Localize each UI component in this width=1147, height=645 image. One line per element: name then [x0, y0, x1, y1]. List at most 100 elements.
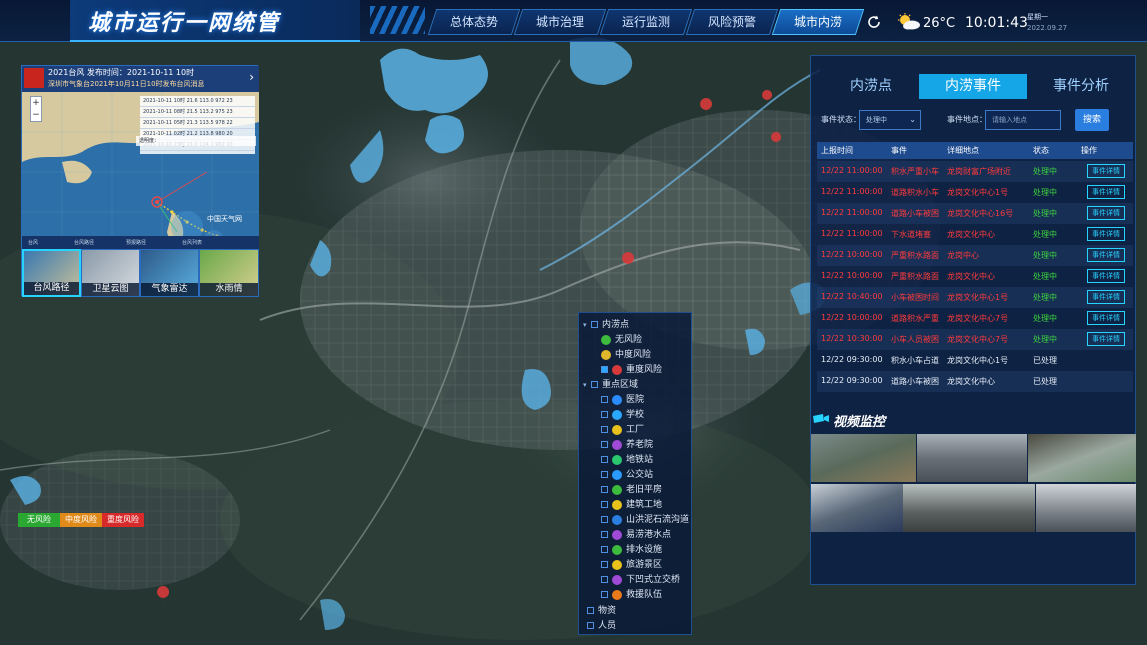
event-detail-button[interactable]: 事件详情 — [1087, 248, 1125, 262]
table-row[interactable]: 12/22 09:30:00 积水小车占道 龙岗文化中心1号 已处理 — [817, 350, 1133, 371]
layer-item[interactable]: 人员 — [587, 619, 616, 634]
table-row[interactable]: 12/22 11:00:00 下水道堵塞 龙岗文化中心 处理中 事件详情 — [817, 224, 1133, 245]
event-detail-button[interactable]: 事件详情 — [1087, 227, 1125, 241]
layer-item[interactable]: 易涝港水点 — [601, 528, 671, 543]
event-detail-button[interactable]: 事件详情 — [1087, 332, 1125, 346]
layer-checkbox[interactable] — [587, 607, 594, 614]
table-row[interactable]: 12/22 10:00:00 严重积水路面 龙岗中心 处理中 事件详情 — [817, 245, 1133, 266]
layer-item[interactable]: 养老院 — [601, 438, 653, 453]
cell-time: 12/22 10:00:00 — [821, 250, 883, 259]
layer-checkbox[interactable] — [601, 531, 608, 538]
layer-checkbox[interactable] — [601, 396, 608, 403]
layer-checkbox[interactable] — [601, 456, 608, 463]
layer-item[interactable]: 建筑工地 — [601, 498, 662, 513]
layer-checkbox[interactable] — [601, 366, 608, 373]
video-feed[interactable] — [903, 484, 1035, 532]
thumb-typhoon-track[interactable]: 台风路径 — [22, 249, 81, 297]
layer-checkbox[interactable] — [601, 426, 608, 433]
tab-event-analysis[interactable]: 事件分析 — [1027, 74, 1135, 99]
video-feed[interactable] — [811, 434, 916, 482]
layer-item[interactable]: 下凹式立交桥 — [601, 573, 680, 588]
layer-checkbox[interactable] — [601, 576, 608, 583]
table-row[interactable]: 12/22 09:40:00严重积水路面龙岗文化中心1号已处理 — [817, 392, 1133, 397]
status-filter-label: 事件状态： — [821, 115, 861, 124]
tab-urban-governance[interactable]: 城市治理 — [513, 9, 607, 35]
thumb-satellite-cloud[interactable]: 卫星云图 — [81, 249, 140, 297]
video-feed[interactable] — [811, 484, 903, 532]
layer-item[interactable]: 工厂 — [601, 423, 644, 438]
layer-checkbox[interactable] — [601, 501, 608, 508]
toolbar-item-list[interactable]: 台风列表 — [182, 238, 202, 248]
refresh-icon[interactable] — [866, 14, 882, 30]
toolbar-item-typhoon[interactable]: 台风 — [28, 238, 38, 248]
event-detail-button[interactable]: 事件详情 — [1087, 164, 1125, 178]
table-row[interactable]: 12/22 10:30:00 小车人员被困 龙岗文化中心7号 处理中 事件详情 — [817, 329, 1133, 350]
layer-item[interactable]: 山洪泥石流沟道 — [601, 513, 689, 528]
layer-checkbox[interactable] — [587, 622, 594, 629]
expand-arrow-icon[interactable]: ▾ — [583, 318, 591, 333]
layer-checkbox[interactable] — [601, 561, 608, 568]
tab-flood-points[interactable]: 内涝点 — [817, 74, 925, 99]
layer-item[interactable]: 重度风险 — [601, 363, 662, 378]
zoom-control[interactable]: + − — [30, 96, 42, 122]
toolbar-item-track[interactable]: 台风路径 — [74, 238, 94, 248]
layer-checkbox[interactable] — [591, 381, 598, 388]
tab-operation-monitoring[interactable]: 运行监测 — [599, 9, 693, 35]
table-row[interactable]: 12/22 10:00:00 严重积水路面 龙岗文化中心 处理中 事件详情 — [817, 266, 1133, 287]
layer-item[interactable]: ▾ 内涝点 — [583, 318, 629, 333]
layer-item[interactable]: 公交站 — [601, 468, 653, 483]
layer-item[interactable]: 旅游景区 — [601, 558, 662, 573]
layer-item[interactable]: 医院 — [601, 393, 644, 408]
layer-icon — [612, 589, 622, 600]
layer-checkbox[interactable] — [601, 471, 608, 478]
layer-icon — [612, 544, 622, 555]
layer-item[interactable]: 排水设施 — [601, 543, 662, 558]
layer-item[interactable]: 无风险 — [601, 333, 642, 348]
layer-checkbox[interactable] — [601, 546, 608, 553]
cell-status: 处理中 — [1033, 167, 1057, 176]
video-feed[interactable] — [1036, 484, 1136, 532]
table-row[interactable]: 12/22 11:00:00 道路积水小车 龙岗文化中心1号 处理中 事件详情 — [817, 182, 1133, 203]
layer-checkbox[interactable] — [601, 516, 608, 523]
layer-icon — [601, 349, 611, 360]
event-detail-button[interactable]: 事件详情 — [1087, 185, 1125, 199]
status-filter-select[interactable]: 处理中 ⌄ — [859, 110, 921, 130]
event-detail-button[interactable]: 事件详情 — [1087, 269, 1125, 283]
table-row[interactable]: 12/22 09:30:00 道路小车被困 龙岗文化中心 已处理 — [817, 371, 1133, 392]
event-detail-button[interactable]: 事件详情 — [1087, 290, 1125, 304]
top-header: 城市运行一网统管 总体态势 城市治理 运行监测 风险预警 城市内涝 26°C 1… — [0, 0, 1147, 42]
layer-checkbox[interactable] — [601, 486, 608, 493]
video-feed[interactable] — [917, 434, 1027, 482]
opacity-slider[interactable]: 透明度： — [136, 136, 256, 146]
layer-item[interactable]: 救援队伍 — [601, 588, 662, 603]
event-detail-button[interactable]: 事件详情 — [1087, 311, 1125, 325]
thumb-rain-water[interactable]: 水雨情 — [199, 249, 259, 297]
toolbar-item-forecast[interactable]: 预报路径 — [126, 238, 146, 248]
layer-checkbox[interactable] — [601, 441, 608, 448]
layer-item[interactable]: 物资 — [587, 604, 616, 619]
video-feed[interactable] — [1028, 434, 1136, 482]
layer-checkbox[interactable] — [601, 591, 608, 598]
chevron-right-icon[interactable]: › — [249, 70, 254, 84]
cell-location: 龙岗文化中心7号 — [947, 314, 1009, 323]
layer-item[interactable]: 地铁站 — [601, 453, 653, 468]
expand-arrow-icon[interactable]: ▾ — [583, 378, 591, 393]
table-row[interactable]: 12/22 10:00:00 道路积水严重 龙岗文化中心7号 处理中 事件详情 — [817, 308, 1133, 329]
layer-checkbox[interactable] — [591, 321, 598, 328]
thumb-weather-radar[interactable]: 气象雷达 — [140, 249, 199, 297]
tab-overall-situation[interactable]: 总体态势 — [427, 9, 521, 35]
event-detail-button[interactable]: 事件详情 — [1087, 206, 1125, 220]
layer-item[interactable]: 老旧平房 — [601, 483, 662, 498]
search-button[interactable]: 搜索 — [1075, 109, 1109, 131]
layer-checkbox[interactable] — [601, 411, 608, 418]
table-row[interactable]: 12/22 11:00:00 道路小车被困 龙岗文化中心16号 处理中 事件详情 — [817, 203, 1133, 224]
layer-item[interactable]: 学校 — [601, 408, 644, 423]
location-filter-input[interactable]: 请输入地点 — [985, 110, 1061, 130]
tab-risk-warning[interactable]: 风险预警 — [685, 9, 779, 35]
table-row[interactable]: 12/22 11:00:00 积水严重小车 龙岗财富广场附近 处理中 事件详情 — [817, 161, 1133, 182]
table-row[interactable]: 12/22 10:40:00 小车被困时间 龙岗文化中心1号 处理中 事件详情 — [817, 287, 1133, 308]
layer-item[interactable]: 中度风险 — [601, 348, 651, 363]
layer-item[interactable]: ▾ 重点区域 — [583, 378, 638, 393]
tab-urban-flooding[interactable]: 城市内涝 — [771, 9, 865, 35]
tab-flood-events[interactable]: 内涝事件 — [919, 74, 1027, 99]
